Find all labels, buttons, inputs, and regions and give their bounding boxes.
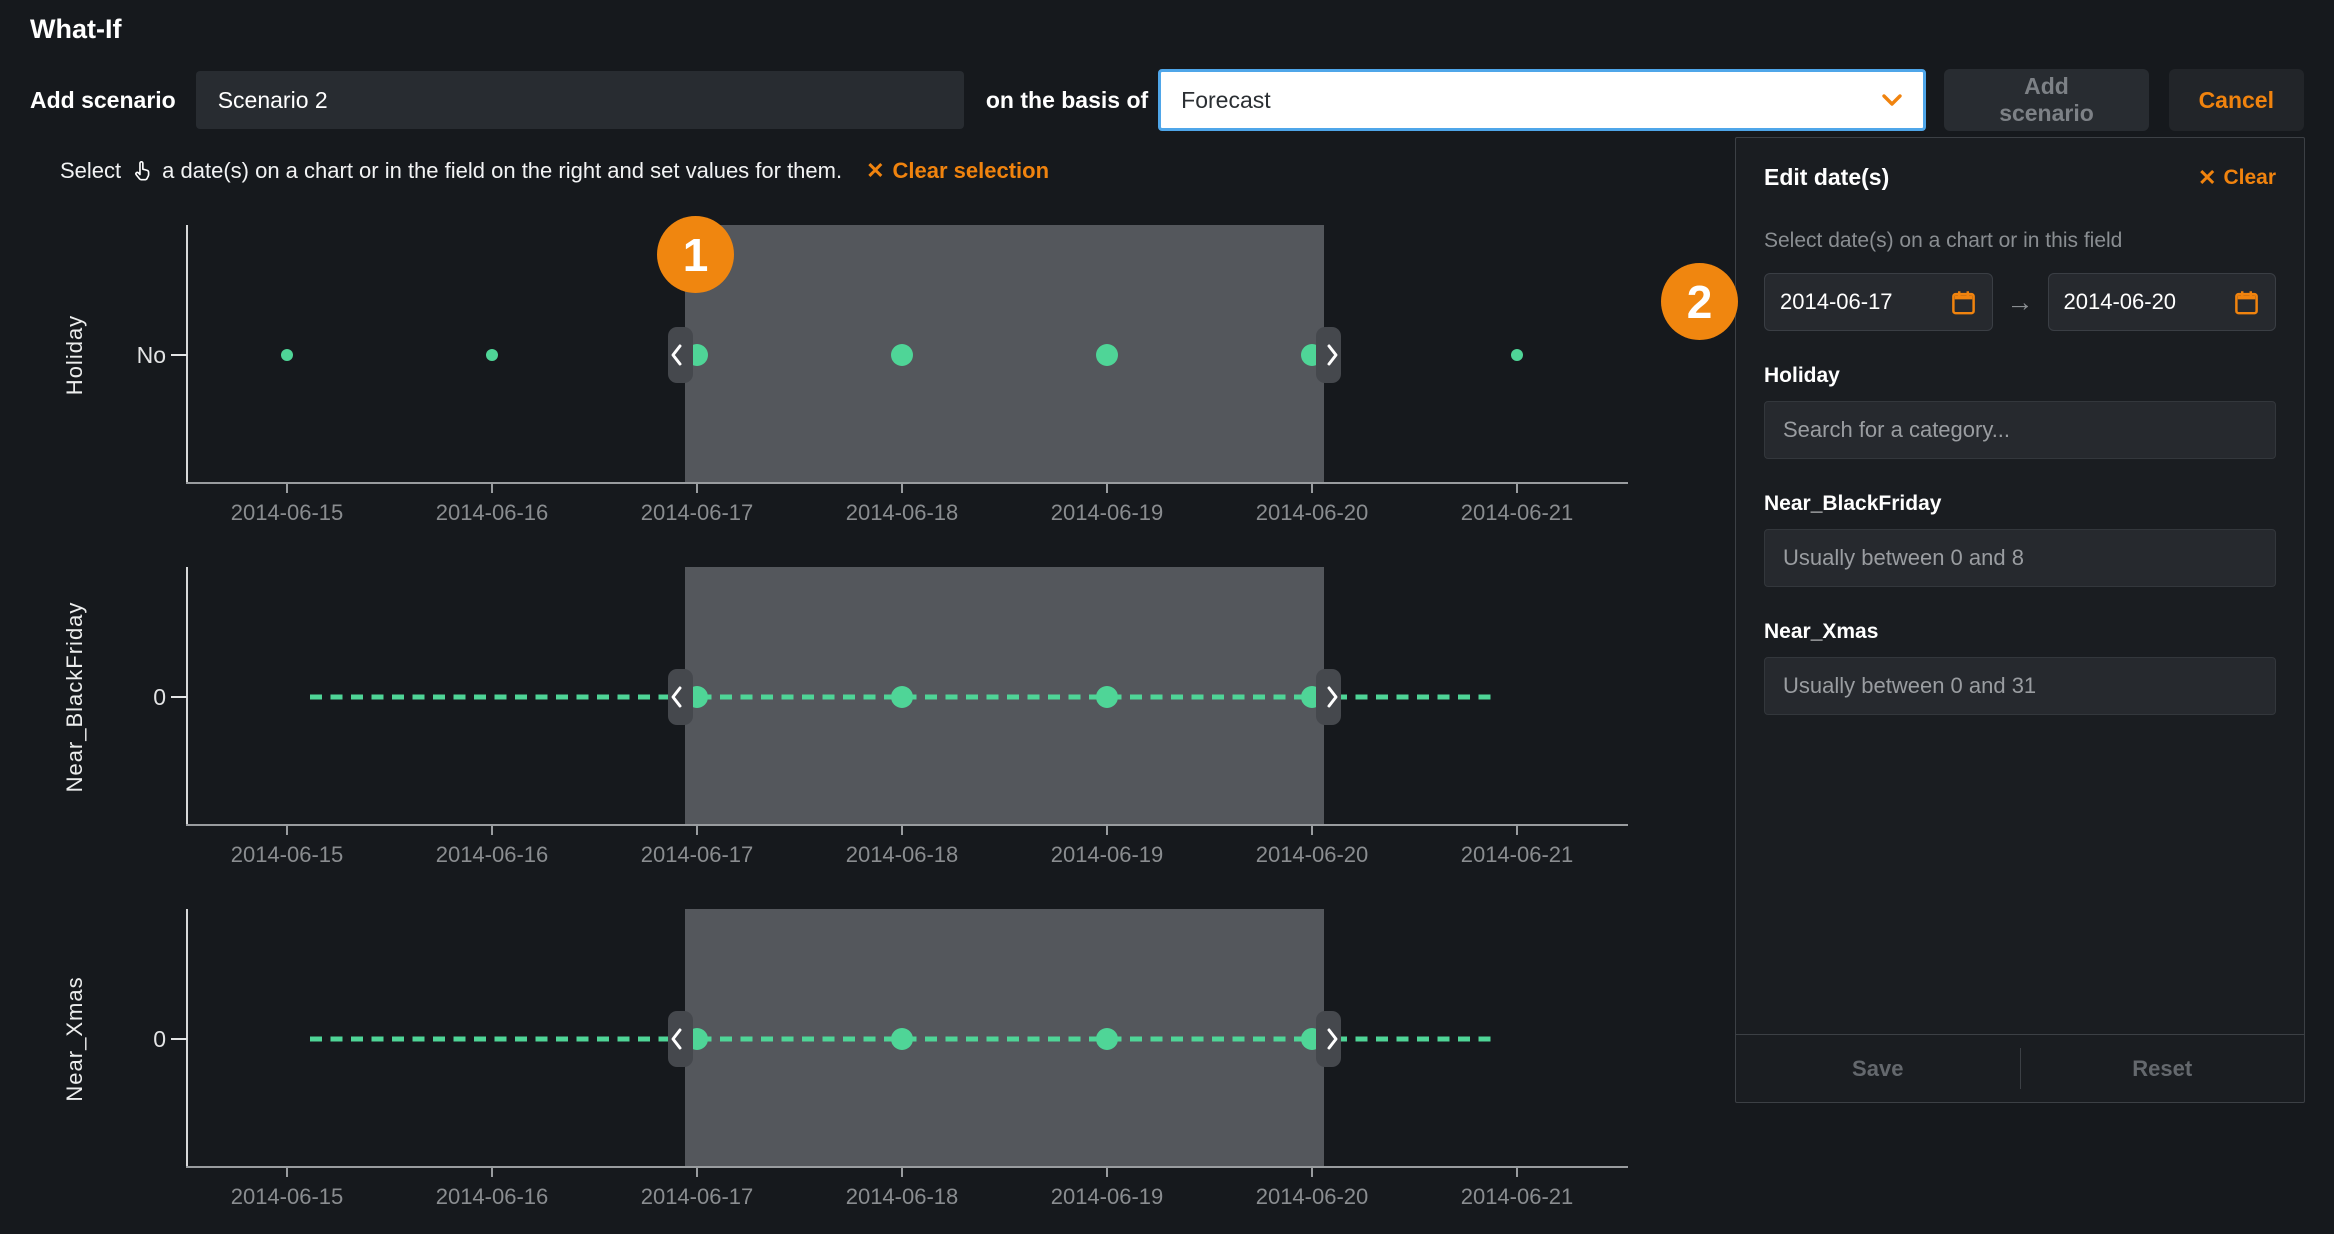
panel-title: Edit date(s) <box>1764 164 1889 191</box>
data-point[interactable] <box>891 686 913 708</box>
x-tick-label: 2014-06-18 <box>846 842 959 867</box>
clear-selection-button[interactable]: ✕ Clear selection <box>866 158 1049 184</box>
data-point[interactable] <box>1096 1028 1118 1050</box>
close-icon: ✕ <box>2198 165 2216 191</box>
date-range-row: 2014-06-17 → 2014-06-20 <box>1764 273 2276 331</box>
x-tick-label: 2014-06-19 <box>1051 842 1164 867</box>
x-tick-label: 2014-06-19 <box>1051 1184 1164 1209</box>
reset-button[interactable]: Reset <box>2021 1035 2305 1102</box>
x-tick-label: 2014-06-21 <box>1461 1184 1574 1209</box>
annotation-step-2: 2 <box>1661 263 1738 340</box>
data-point[interactable] <box>281 349 293 361</box>
field-label-holiday: Holiday <box>1764 364 2276 388</box>
panel-clear-button[interactable]: ✕ Clear <box>2198 165 2276 191</box>
page-title: What-If <box>30 14 2304 45</box>
instruction-before: Select <box>60 158 121 184</box>
x-tick-label: 2014-06-16 <box>436 500 549 525</box>
x-tick-label: 2014-06-17 <box>641 500 754 525</box>
x-tick-label: 2014-06-20 <box>1256 1184 1369 1209</box>
x-tick-label: 2014-06-18 <box>846 1184 959 1209</box>
calendar-icon[interactable] <box>1950 289 1977 316</box>
y-axis-label: Near_BlackFriday <box>62 602 87 793</box>
selection-region[interactable] <box>685 909 1324 1167</box>
data-point[interactable] <box>891 344 913 366</box>
data-point[interactable] <box>1096 686 1118 708</box>
near-blackfriday-value-input[interactable] <box>1764 529 2276 587</box>
x-tick-label: 2014-06-15 <box>231 500 344 525</box>
basis-select[interactable]: Forecast <box>1158 69 1926 131</box>
near-xmas-value-input[interactable] <box>1764 657 2276 715</box>
panel-hint: Select date(s) on a chart or in this fie… <box>1764 229 2276 253</box>
edit-dates-panel: Edit date(s) ✕ Clear Select date(s) on a… <box>1735 137 2305 1103</box>
x-tick-label: 2014-06-21 <box>1461 842 1574 867</box>
x-tick-label: 2014-06-20 <box>1256 842 1369 867</box>
x-tick-label: 2014-06-19 <box>1051 500 1164 525</box>
chevron-down-icon <box>1881 93 1903 107</box>
basis-label: on the basis of <box>986 87 1148 114</box>
x-tick-label: 2014-06-16 <box>436 842 549 867</box>
x-tick-label: 2014-06-20 <box>1256 500 1369 525</box>
chart-near-xmas: 2014-06-15 2014-06-16 2014-06-17 2014-06-18… <box>0 874 1665 1216</box>
add-scenario-label: Add scenario <box>30 87 176 114</box>
instruction-after: a date(s) on a chart or in the field on … <box>162 158 842 184</box>
x-tick-label: 2014-06-15 <box>231 842 344 867</box>
data-point[interactable] <box>1096 344 1118 366</box>
scenario-name-input[interactable] <box>196 71 964 129</box>
y-tick-label: No <box>137 342 166 368</box>
data-point[interactable] <box>891 1028 913 1050</box>
x-tick-label: 2014-06-16 <box>436 1184 549 1209</box>
y-tick-label: 0 <box>153 684 166 710</box>
x-tick-label: 2014-06-15 <box>231 1184 344 1209</box>
x-tick-label: 2014-06-18 <box>846 500 959 525</box>
x-tick-label: 2014-06-21 <box>1461 500 1574 525</box>
chart-holiday: 2014-06-15 2014-06-16 2014-06-17 2014-06-18… <box>0 190 1665 532</box>
annotation-step-1: 1 <box>657 216 734 293</box>
cancel-button[interactable]: Cancel <box>2169 69 2304 131</box>
field-label-near-blackfriday: Near_BlackFriday <box>1764 492 2276 516</box>
hand-pointer-icon <box>130 158 153 184</box>
arrow-right-icon: → <box>2007 287 2034 318</box>
data-point[interactable] <box>486 349 498 361</box>
x-tick-label: 2014-06-17 <box>641 842 754 867</box>
add-scenario-button[interactable]: Add scenario <box>1944 69 2148 131</box>
selection-region[interactable] <box>685 225 1324 483</box>
save-button[interactable]: Save <box>1736 1035 2020 1102</box>
selection-region[interactable] <box>685 567 1324 825</box>
date-to-input[interactable]: 2014-06-20 <box>2048 273 2277 331</box>
y-axis-label: Near_Xmas <box>62 976 87 1101</box>
close-icon: ✕ <box>866 158 884 184</box>
x-tick-label: 2014-06-17 <box>641 1184 754 1209</box>
chart-near-blackfriday: 2014-06-15 2014-06-16 2014-06-17 2014-06-18… <box>0 532 1665 874</box>
calendar-icon[interactable] <box>2233 289 2260 316</box>
field-label-near-xmas: Near_Xmas <box>1764 620 2276 644</box>
charts-column: 2014-06-15 2014-06-16 2014-06-17 2014-06-18… <box>0 190 1665 1216</box>
basis-selected-value: Forecast <box>1181 87 1270 114</box>
data-point[interactable] <box>1511 349 1523 361</box>
holiday-value-input[interactable] <box>1764 401 2276 459</box>
date-from-input[interactable]: 2014-06-17 <box>1764 273 1993 331</box>
y-axis-label: Holiday <box>62 315 87 395</box>
panel-footer: Save Reset <box>1736 1034 2304 1102</box>
y-tick-label: 0 <box>153 1026 166 1052</box>
add-scenario-row: Add scenario on the basis of Forecast Ad… <box>30 69 2304 131</box>
